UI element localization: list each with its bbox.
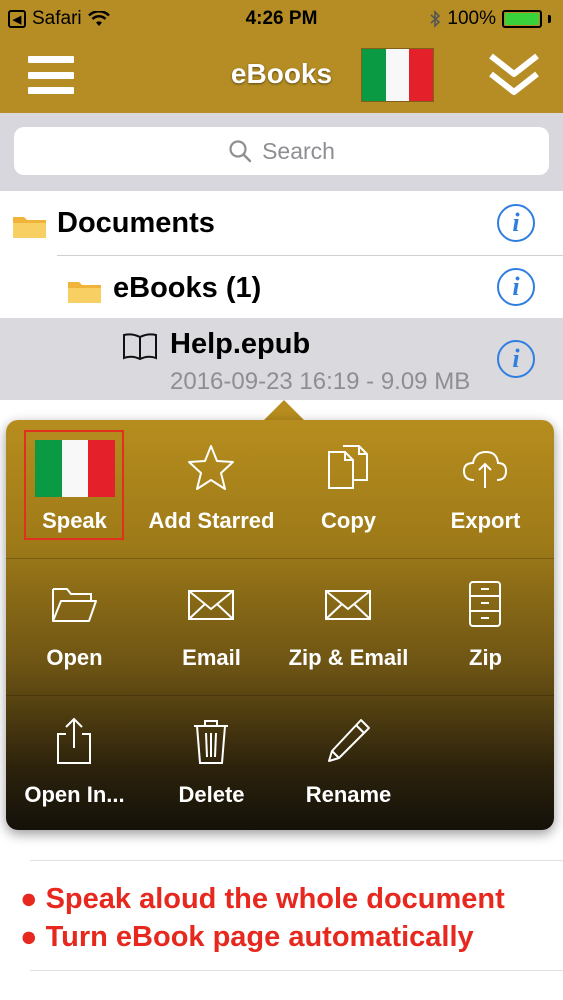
row-divider	[30, 860, 563, 861]
italian-flag-icon[interactable]	[361, 48, 434, 102]
popup-arrow	[262, 400, 306, 422]
zip-button[interactable]: Zip	[417, 557, 554, 694]
promo-line-1: ● Speak aloud the whole document	[20, 883, 505, 915]
file-name: Help.epub	[170, 328, 311, 360]
list-item-help-epub[interactable]: Help.epub 2016-09-23 16:19 - 9.09 MB i	[0, 318, 563, 400]
info-icon[interactable]: i	[497, 340, 535, 378]
status-bar: ◀ Safari 4:26 PM 100%	[0, 0, 563, 40]
battery-nub	[548, 15, 551, 23]
nav-bar: eBooks	[0, 40, 563, 113]
folder-icon	[68, 282, 101, 303]
file-cabinet-icon	[469, 581, 501, 627]
list-item-documents[interactable]: Documents i	[0, 191, 563, 255]
zip-label: Zip	[469, 645, 502, 670]
add-starred-label: Add Starred	[148, 508, 275, 533]
open-label: Open	[46, 645, 103, 670]
italian-flag-icon	[35, 440, 116, 497]
trash-icon	[194, 720, 228, 764]
copy-button[interactable]: Copy	[280, 420, 417, 557]
open-in-button[interactable]: Open In...	[6, 694, 143, 831]
cloud-upload-icon	[462, 450, 508, 488]
battery-percent: 100%	[447, 8, 496, 29]
search-input[interactable]: Search	[14, 127, 549, 175]
open-in-label: Open In...	[24, 782, 125, 807]
export-button[interactable]: Export	[417, 420, 554, 557]
row-divider	[30, 970, 563, 971]
rename-button[interactable]: Rename	[280, 694, 417, 831]
pencil-icon	[328, 719, 370, 762]
speak-button[interactable]: Speak	[6, 420, 143, 557]
rename-label: Rename	[305, 782, 392, 807]
speak-label: Speak	[42, 508, 107, 533]
export-label: Export	[450, 508, 521, 533]
folder-icon	[13, 217, 46, 238]
add-starred-button[interactable]: Add Starred	[143, 420, 280, 557]
envelope-icon	[325, 590, 371, 620]
menu-icon[interactable]	[28, 56, 74, 94]
battery-icon	[502, 10, 542, 28]
envelope-icon	[188, 590, 234, 620]
email-label: Email	[182, 645, 241, 670]
folder-open-icon	[52, 588, 97, 622]
book-icon	[123, 333, 157, 360]
search-bar: Search	[0, 113, 563, 191]
documents-label: Documents	[57, 207, 215, 239]
delete-button[interactable]: Delete	[143, 694, 280, 831]
nav-title: eBooks	[230, 58, 333, 89]
bluetooth-icon	[430, 10, 441, 28]
delete-label: Delete	[178, 782, 245, 807]
search-placeholder: Search	[262, 137, 335, 164]
share-icon	[57, 717, 91, 764]
copy-label: Copy	[321, 508, 376, 533]
info-icon[interactable]: i	[497, 204, 535, 242]
double-chevron-down-icon[interactable]	[487, 52, 541, 98]
action-popup: Speak Add Starred Copy Export Open Email…	[6, 420, 554, 830]
info-icon[interactable]: i	[497, 268, 535, 306]
list-item-ebooks-folder[interactable]: eBooks (1) i	[0, 256, 563, 318]
zip-email-button[interactable]: Zip & Email	[280, 557, 417, 694]
star-icon	[188, 445, 234, 490]
ebooks-folder-label: eBooks (1)	[113, 272, 262, 304]
copy-icon	[328, 445, 368, 489]
search-icon	[229, 140, 252, 163]
email-button[interactable]: Email	[143, 557, 280, 694]
zip-email-label: Zip & Email	[288, 645, 409, 670]
promo-line-2: ● Turn eBook page automatically	[20, 921, 474, 953]
file-meta: 2016-09-23 16:19 - 9.09 MB	[170, 368, 471, 395]
open-button[interactable]: Open	[6, 557, 143, 694]
